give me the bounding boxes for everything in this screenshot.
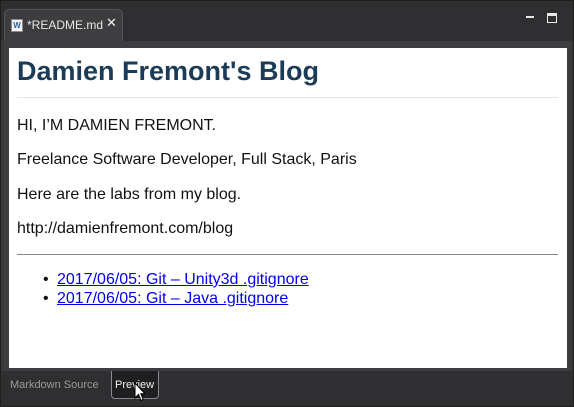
list-item: • 2017/06/05: Git – Unity3d .gitignore xyxy=(9,271,309,290)
editor-tab-bar: W *README.md ✕ xyxy=(1,1,573,41)
bullet: • xyxy=(43,271,49,288)
link-java-gitignore[interactable]: 2017/06/05: Git – Java .gitignore xyxy=(57,290,288,307)
editor-window: W *README.md ✕ Damien Fremont's Blog HI,… xyxy=(0,0,574,407)
intro-heading-text: HI, I’M DAMIEN FREMONT. xyxy=(17,117,217,134)
tab-readme[interactable]: W *README.md ✕ xyxy=(4,9,123,41)
link-unity3d-gitignore[interactable]: 2017/06/05: Git – Unity3d .gitignore xyxy=(57,271,309,288)
tab-title: *README.md xyxy=(27,18,104,32)
list-item: • 2017/06/05: Git – Java .gitignore xyxy=(9,290,309,309)
close-icon[interactable]: ✕ xyxy=(106,16,117,32)
page-title: Damien Fremont's Blog xyxy=(17,56,319,86)
minimize-icon[interactable] xyxy=(525,13,535,23)
lab-link-list: • 2017/06/05: Git – Unity3d .gitignore •… xyxy=(9,271,309,309)
tab-markdown-source[interactable]: Markdown Source xyxy=(10,371,99,399)
horizontal-rule xyxy=(17,254,558,255)
blog-url-text: http://damienfremont.com/blog xyxy=(17,220,234,237)
markdown-preview-pane: Damien Fremont's Blog HI, I’M DAMIEN FRE… xyxy=(9,48,567,368)
maximize-icon[interactable] xyxy=(547,13,557,23)
title-divider xyxy=(17,97,558,98)
role-text: Freelance Software Developer, Full Stack… xyxy=(17,151,357,168)
markdown-file-icon: W xyxy=(11,19,23,32)
bullet: • xyxy=(43,290,49,307)
editor-mode-tab-bar: Markdown Source Preview xyxy=(1,371,573,406)
labs-text: Here are the labs from my blog. xyxy=(17,186,242,203)
mouse-cursor-icon xyxy=(134,382,146,402)
